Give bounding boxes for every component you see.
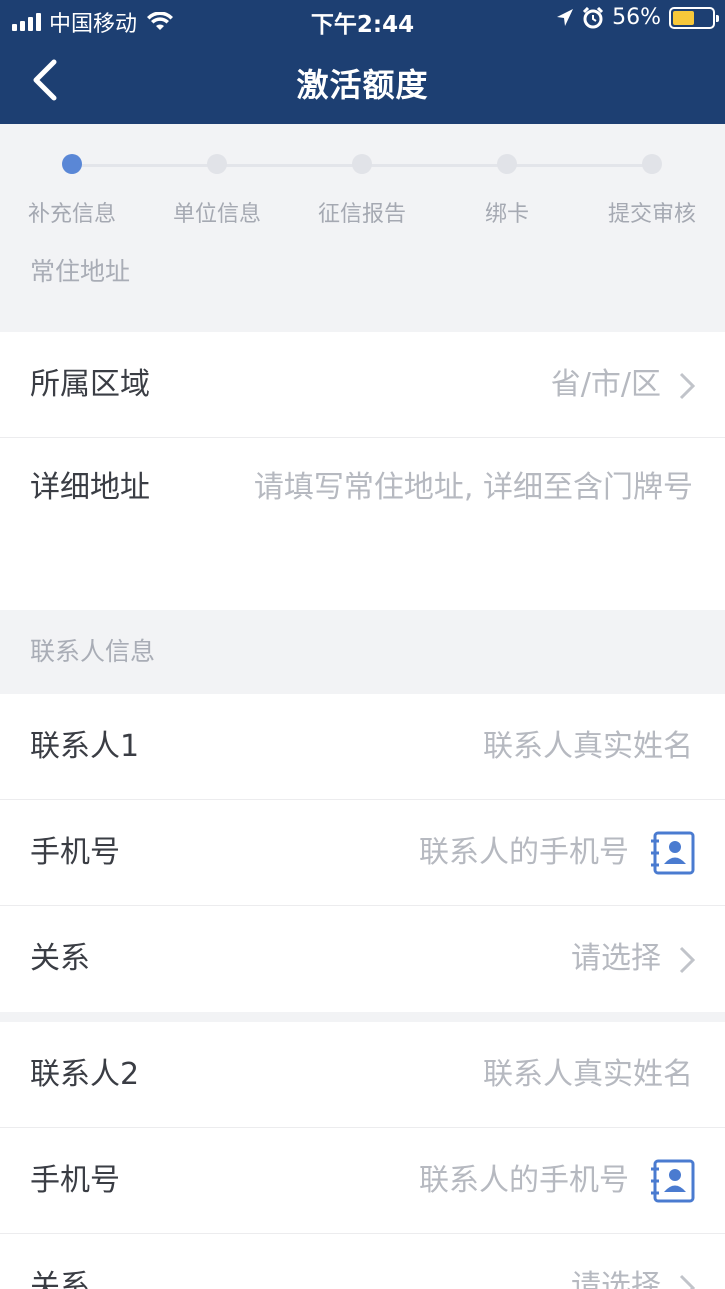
address-book-icon[interactable] bbox=[651, 1159, 695, 1203]
card-divider bbox=[0, 1012, 725, 1022]
relation-picker[interactable]: 请选择 bbox=[571, 1234, 661, 1289]
contact-1-card: 联系人1 联系人真实姓名 手机号 联系人的手机号 关系 请选择 bbox=[0, 694, 725, 1012]
step-label: 征信报告 bbox=[317, 202, 406, 227]
address-card: 所属区域 省/市/区 详细地址 请填写常住地址, 详细至含门牌号 bbox=[0, 332, 725, 610]
step-dot bbox=[642, 154, 662, 174]
location-icon bbox=[557, 8, 574, 26]
contact-name-input[interactable]: 联系人真实姓名 bbox=[483, 694, 693, 800]
step-2: 单位信息 bbox=[144, 154, 290, 228]
region-row[interactable]: 所属区域 省/市/区 bbox=[0, 332, 725, 438]
contact-2-phone-row[interactable]: 手机号 联系人的手机号 bbox=[0, 1128, 725, 1234]
detail-address-row[interactable]: 详细地址 请填写常住地址, 详细至含门牌号 bbox=[0, 438, 725, 610]
step-4: 绑卡 bbox=[434, 154, 580, 228]
relation-label: 关系 bbox=[30, 941, 90, 976]
page-title: 激活额度 bbox=[296, 66, 429, 104]
phone-input[interactable]: 联系人的手机号 bbox=[419, 800, 629, 906]
contact-name-label: 联系人1 bbox=[30, 729, 140, 764]
step-3: 征信报告 bbox=[289, 154, 435, 228]
step-dot bbox=[207, 154, 227, 174]
step-1: 补充信息 bbox=[0, 154, 145, 228]
relation-picker[interactable]: 请选择 bbox=[571, 906, 661, 1012]
step-dot bbox=[62, 154, 82, 174]
step-dot bbox=[352, 154, 372, 174]
detail-address-input[interactable]: 请填写常住地址, 详细至含门牌号 bbox=[254, 438, 693, 538]
chevron-right-icon bbox=[679, 1274, 695, 1289]
contact-1-phone-row[interactable]: 手机号 联系人的手机号 bbox=[0, 800, 725, 906]
contact-name-label: 联系人2 bbox=[30, 1057, 140, 1092]
status-bar: 中国移动 下午2:44 56% bbox=[0, 0, 725, 40]
nav-bar: 激活额度 bbox=[0, 40, 725, 124]
step-label: 提交审核 bbox=[607, 202, 696, 227]
battery-icon bbox=[669, 6, 719, 29]
contact-2-card: 联系人2 联系人真实姓名 手机号 联系人的手机号 关系 请选择 bbox=[0, 1022, 725, 1289]
step-label: 补充信息 bbox=[27, 202, 116, 227]
chevron-right-icon bbox=[679, 946, 695, 974]
step-dot bbox=[497, 154, 517, 174]
address-section-title: 常住地址 bbox=[30, 257, 131, 286]
chevron-right-icon bbox=[679, 372, 695, 400]
alarm-icon bbox=[583, 6, 604, 28]
region-picker[interactable]: 省/市/区 bbox=[551, 332, 661, 438]
contact-1-relation-row[interactable]: 关系 请选择 bbox=[0, 906, 725, 1012]
header: 中国移动 下午2:44 56% 激活额度 bbox=[0, 0, 725, 124]
phone-label: 手机号 bbox=[30, 835, 120, 870]
contact-2-name-row[interactable]: 联系人2 联系人真实姓名 bbox=[0, 1022, 725, 1128]
step-label: 绑卡 bbox=[484, 202, 529, 227]
progress-steps: 补充信息 单位信息 征信报告 绑卡 提交审核 bbox=[0, 124, 725, 248]
contact-name-input[interactable]: 联系人真实姓名 bbox=[483, 1022, 693, 1128]
address-book-icon[interactable] bbox=[651, 831, 695, 875]
contact-section-title: 联系人信息 bbox=[30, 637, 156, 666]
contact-2-relation-row[interactable]: 关系 请选择 bbox=[0, 1234, 725, 1289]
relation-label: 关系 bbox=[30, 1269, 90, 1289]
battery-percent: 56% bbox=[612, 5, 661, 30]
contact-1-name-row[interactable]: 联系人1 联系人真实姓名 bbox=[0, 694, 725, 800]
step-5: 提交审核 bbox=[579, 154, 725, 228]
detail-address-label: 详细地址 bbox=[30, 470, 150, 505]
region-label: 所属区域 bbox=[30, 367, 150, 402]
phone-input[interactable]: 联系人的手机号 bbox=[419, 1128, 629, 1234]
phone-label: 手机号 bbox=[30, 1163, 120, 1198]
step-label: 单位信息 bbox=[172, 202, 261, 227]
